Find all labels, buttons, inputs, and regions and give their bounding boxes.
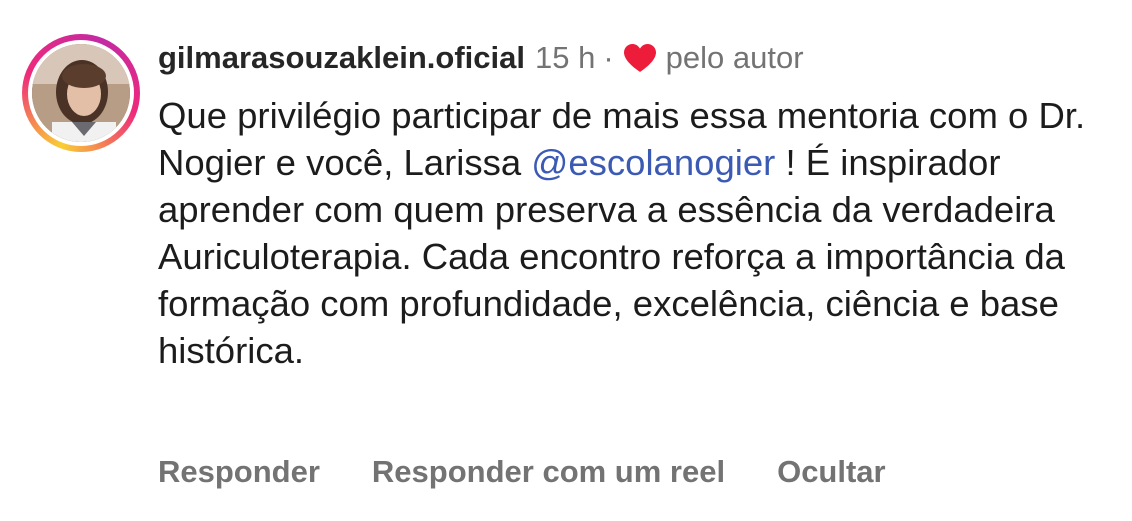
mention-link[interactable]: @escolanogier	[531, 142, 775, 183]
username-link[interactable]: gilmarasouzaklein.oficial	[158, 36, 525, 80]
comment-header: gilmarasouzaklein.oficial 15 h · pelo au…	[158, 36, 804, 80]
avatar-ring-gap	[28, 40, 134, 146]
timestamp: 15 h	[534, 40, 596, 75]
comment-text: Que privilégio participar de mais essa m…	[158, 92, 1118, 374]
hide-button[interactable]: Ocultar	[777, 454, 886, 490]
reply-button[interactable]: Responder	[158, 454, 320, 490]
separator-dot: ·	[603, 40, 614, 75]
avatar[interactable]	[32, 44, 130, 142]
comment-actions: Responder Responder com um reel Ocultar	[158, 448, 886, 496]
heart-icon	[622, 42, 658, 74]
reply-with-reel-button[interactable]: Responder com um reel	[372, 454, 725, 490]
comment: gilmarasouzaklein.oficial 15 h · pelo au…	[0, 0, 1132, 521]
liked-by-author-label: pelo autor	[665, 40, 804, 75]
avatar-story-ring[interactable]	[22, 34, 140, 152]
